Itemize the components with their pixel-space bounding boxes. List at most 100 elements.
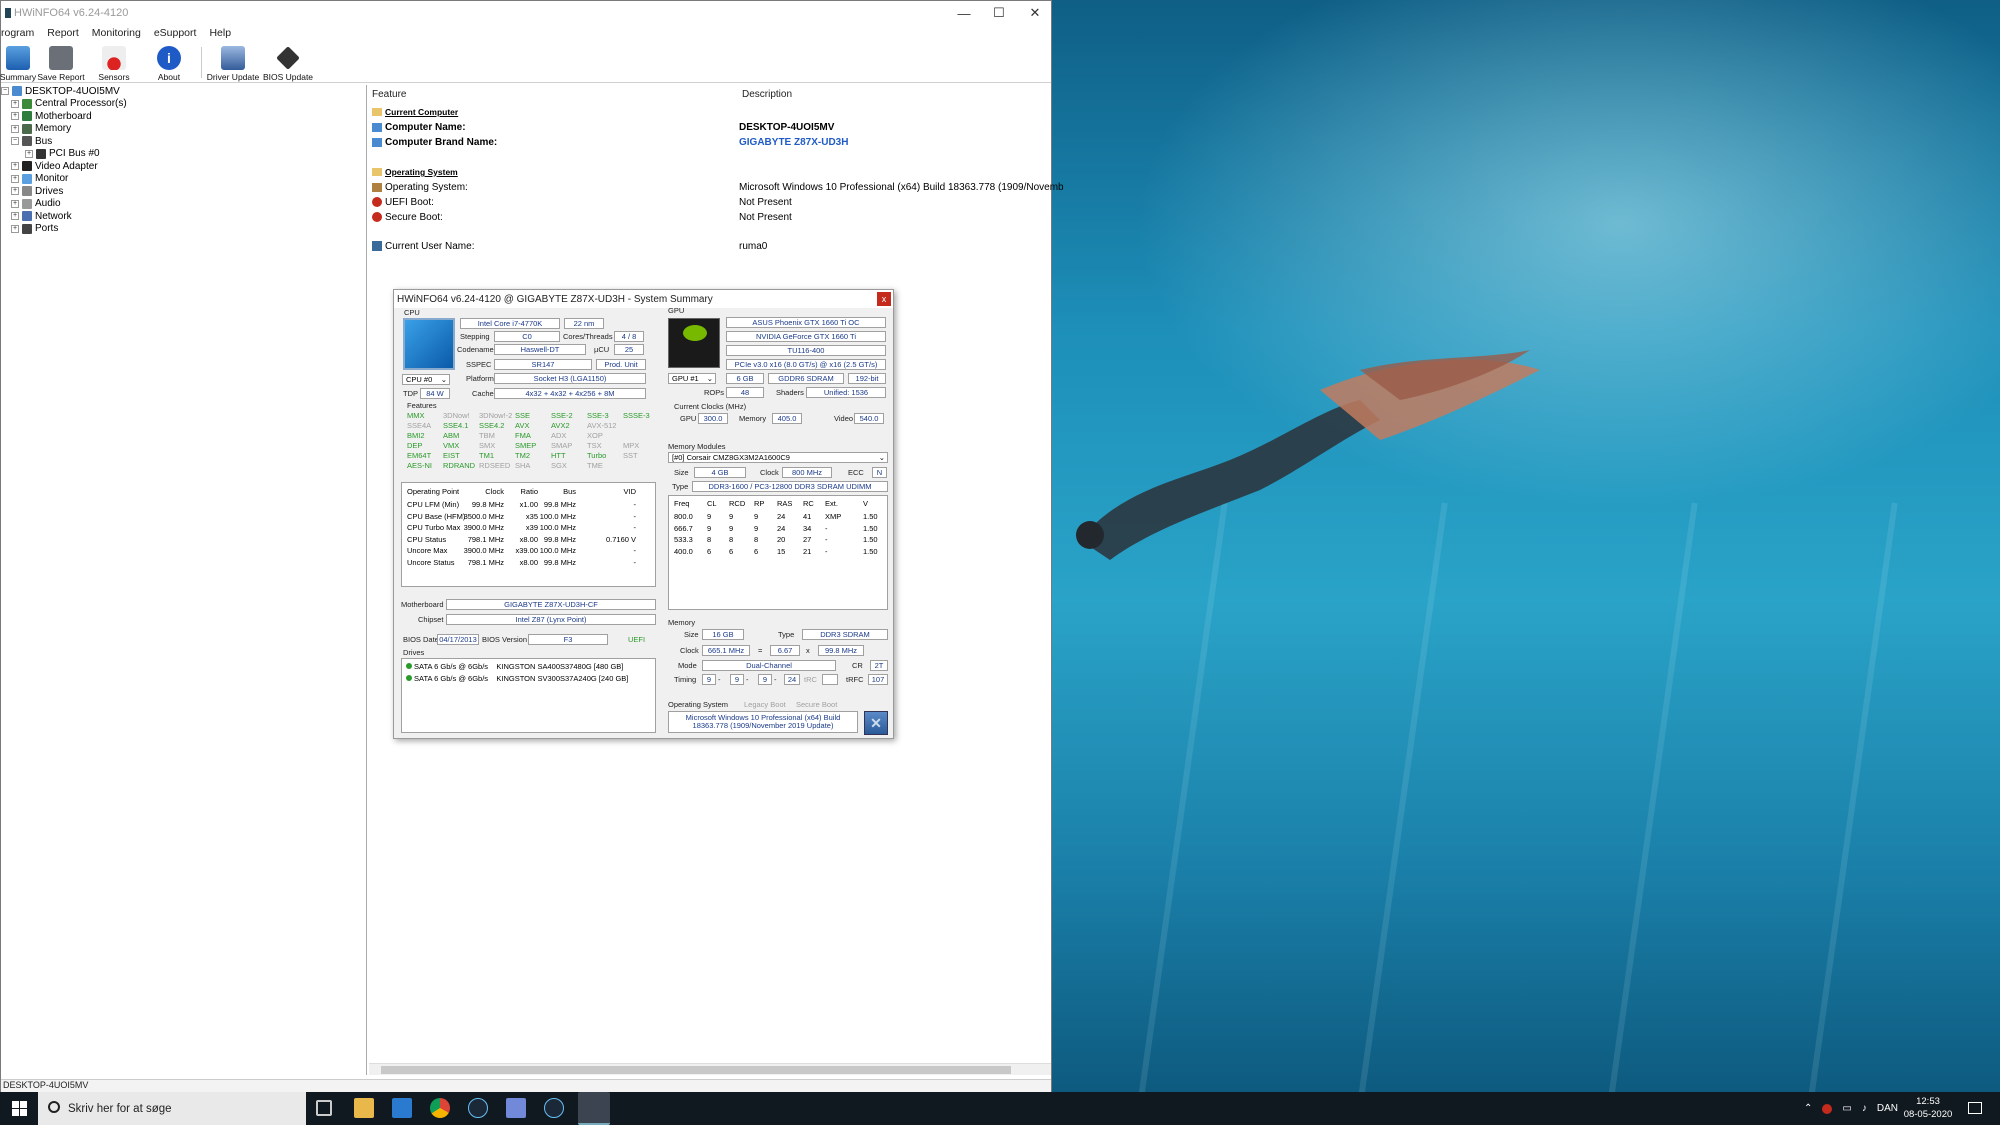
tree-item-bus[interactable]: − Bus — [1, 135, 366, 148]
title-bar: HWiNFO64 v6.24-4120 — ☐ ✕ — [1, 1, 1051, 25]
maximize-button[interactable]: ☐ — [981, 1, 1017, 25]
tree-item-audio[interactable]: + Audio — [1, 198, 366, 211]
file-explorer-icon[interactable] — [354, 1098, 374, 1118]
tree-item-drives[interactable]: + Drives — [1, 185, 366, 198]
computer-icon — [372, 122, 382, 132]
tree-item-video-adapter[interactable]: + Video Adapter — [1, 160, 366, 173]
mail-icon[interactable] — [392, 1098, 412, 1118]
gpu-select[interactable]: GPU #1 ⌄ — [668, 373, 716, 384]
feature-flag: SSE4.2 — [479, 421, 505, 430]
save-report-button[interactable]: Save Report — [35, 43, 87, 83]
collapse-icon[interactable]: − — [11, 137, 19, 146]
memory-module-select[interactable]: [#0] Corsair CMZ8GX3M2A1600C9 ⌄ — [668, 452, 888, 463]
monitor-icon — [22, 173, 32, 184]
system-tray: ⌃ ▭ ♪ DAN — [1804, 1092, 1898, 1125]
cpu-select[interactable]: CPU #0 ⌄ — [402, 374, 450, 385]
computer-name-value: DESKTOP-4UOI5MV — [739, 121, 835, 133]
column-feature[interactable]: Feature — [372, 89, 406, 100]
table-header: RAS — [777, 499, 793, 508]
table-header: Operating Point — [407, 487, 460, 496]
summary-close-button[interactable]: x — [877, 292, 891, 306]
taskbar-search-box[interactable]: Skriv her for at søge — [38, 1092, 306, 1125]
tree-item-pci-bus[interactable]: + PCI Bus #0 — [1, 148, 366, 161]
tree-item-monitor[interactable]: + Monitor — [1, 173, 366, 186]
steam-icon[interactable] — [468, 1098, 488, 1118]
network-icon[interactable]: ▭ — [1842, 1103, 1851, 1114]
steam-icon[interactable] — [544, 1098, 564, 1118]
minimize-button[interactable]: — — [946, 1, 982, 25]
task-view-icon[interactable] — [316, 1100, 332, 1116]
column-description[interactable]: Description — [742, 89, 792, 100]
module-type-label: Type — [672, 482, 689, 491]
expand-icon[interactable]: + — [11, 199, 19, 208]
drive-row[interactable]: SATA 6 Gb/s @ 6Gb/s KINGSTON SA400S37480… — [406, 662, 623, 671]
chrome-icon[interactable] — [430, 1098, 450, 1118]
windows-logo-icon — [12, 1101, 19, 1108]
clock[interactable]: 12:53 08-05-2020 — [1900, 1095, 1956, 1121]
toolbar-separator — [201, 47, 202, 78]
notification-icon[interactable] — [1968, 1102, 1982, 1114]
expand-icon[interactable]: + — [11, 124, 19, 133]
menu-monitoring[interactable]: Monitoring — [92, 27, 141, 39]
summary-button[interactable]: Summary — [0, 43, 36, 83]
chip-icon — [276, 46, 300, 70]
tree-item-cpu[interactable]: + Central Processor(s) — [1, 98, 366, 111]
expand-icon[interactable]: + — [25, 149, 33, 158]
module-size-value: 4 GB — [694, 467, 746, 478]
cpu-process: 22 nm — [564, 318, 604, 329]
menu-help[interactable]: Help — [209, 27, 231, 39]
table-cell: 798.1 MHz — [467, 557, 504, 567]
memory-modules-label: Memory Modules — [668, 442, 726, 451]
scroll-thumb[interactable] — [381, 1066, 1011, 1074]
summary-close-x-button[interactable]: ✕ — [864, 711, 888, 735]
app-icon — [5, 8, 11, 18]
language-indicator[interactable]: DAN — [1877, 1103, 1898, 1114]
about-button[interactable]: i About — [141, 43, 197, 83]
summary-os-label: Operating System — [668, 700, 729, 709]
table-cell: 9 — [729, 523, 734, 533]
chevron-up-icon[interactable]: ⌃ — [1804, 1103, 1812, 1114]
table-cell: - — [633, 557, 637, 567]
mem-size-label: Size — [684, 630, 699, 639]
tree-item-ports[interactable]: + Ports — [1, 223, 366, 236]
expand-icon[interactable]: + — [11, 99, 19, 108]
collapse-icon[interactable]: − — [1, 87, 9, 96]
table-cell: x8.00 — [519, 534, 538, 544]
table-cell: 9 — [707, 512, 712, 521]
volume-icon[interactable]: ♪ — [1862, 1103, 1867, 1114]
sensors-button[interactable]: Sensors — [87, 43, 141, 83]
feature-flag: HTT — [551, 451, 566, 460]
chevron-down-icon: ⌄ — [878, 453, 885, 462]
brand-value[interactable]: GIGABYTE Z87X-UD3H — [739, 135, 848, 149]
tree-item-memory[interactable]: + Memory — [1, 123, 366, 136]
menu-program[interactable]: rogram — [1, 27, 34, 39]
clocks-label: Current Clocks (MHz) — [674, 402, 747, 411]
start-button[interactable] — [12, 1101, 27, 1116]
discord-icon[interactable] — [506, 1098, 526, 1118]
drive-row[interactable]: SATA 6 Gb/s @ 6Gb/s KINGSTON SV300S37A24… — [406, 674, 628, 683]
table-cell: 0.7160 V — [605, 534, 636, 544]
tree-item-network[interactable]: + Network — [1, 210, 366, 223]
tree-item-motherboard[interactable]: + Motherboard — [1, 110, 366, 123]
expand-icon[interactable]: + — [11, 212, 19, 221]
hwinfo-taskbar-icon[interactable] — [578, 1092, 610, 1125]
module-clock-label: Clock — [760, 468, 779, 477]
menu-report[interactable]: Report — [47, 27, 79, 39]
shield-icon[interactable] — [1822, 1103, 1833, 1114]
bios-update-button[interactable]: BIOS Update — [260, 43, 316, 83]
expand-icon[interactable]: + — [11, 187, 19, 196]
mem-clock-value: 665.1 MHz — [702, 645, 750, 656]
close-button[interactable]: ✕ — [1017, 1, 1053, 25]
speaker-icon — [22, 198, 32, 209]
expand-icon[interactable]: + — [11, 224, 19, 233]
horizontal-scrollbar[interactable] — [369, 1063, 1051, 1075]
menu-esupport[interactable]: eSupport — [154, 27, 197, 39]
tree-root[interactable]: − DESKTOP-4UOI5MV — [1, 85, 366, 98]
expand-icon[interactable]: + — [11, 162, 19, 171]
bus-icon — [22, 136, 32, 147]
expand-icon[interactable]: + — [11, 112, 19, 121]
table-cell: 666.7 — [674, 523, 693, 533]
driver-update-button[interactable]: Driver Update — [206, 43, 260, 83]
stepping-value: C0 — [494, 331, 560, 342]
expand-icon[interactable]: + — [11, 174, 19, 183]
